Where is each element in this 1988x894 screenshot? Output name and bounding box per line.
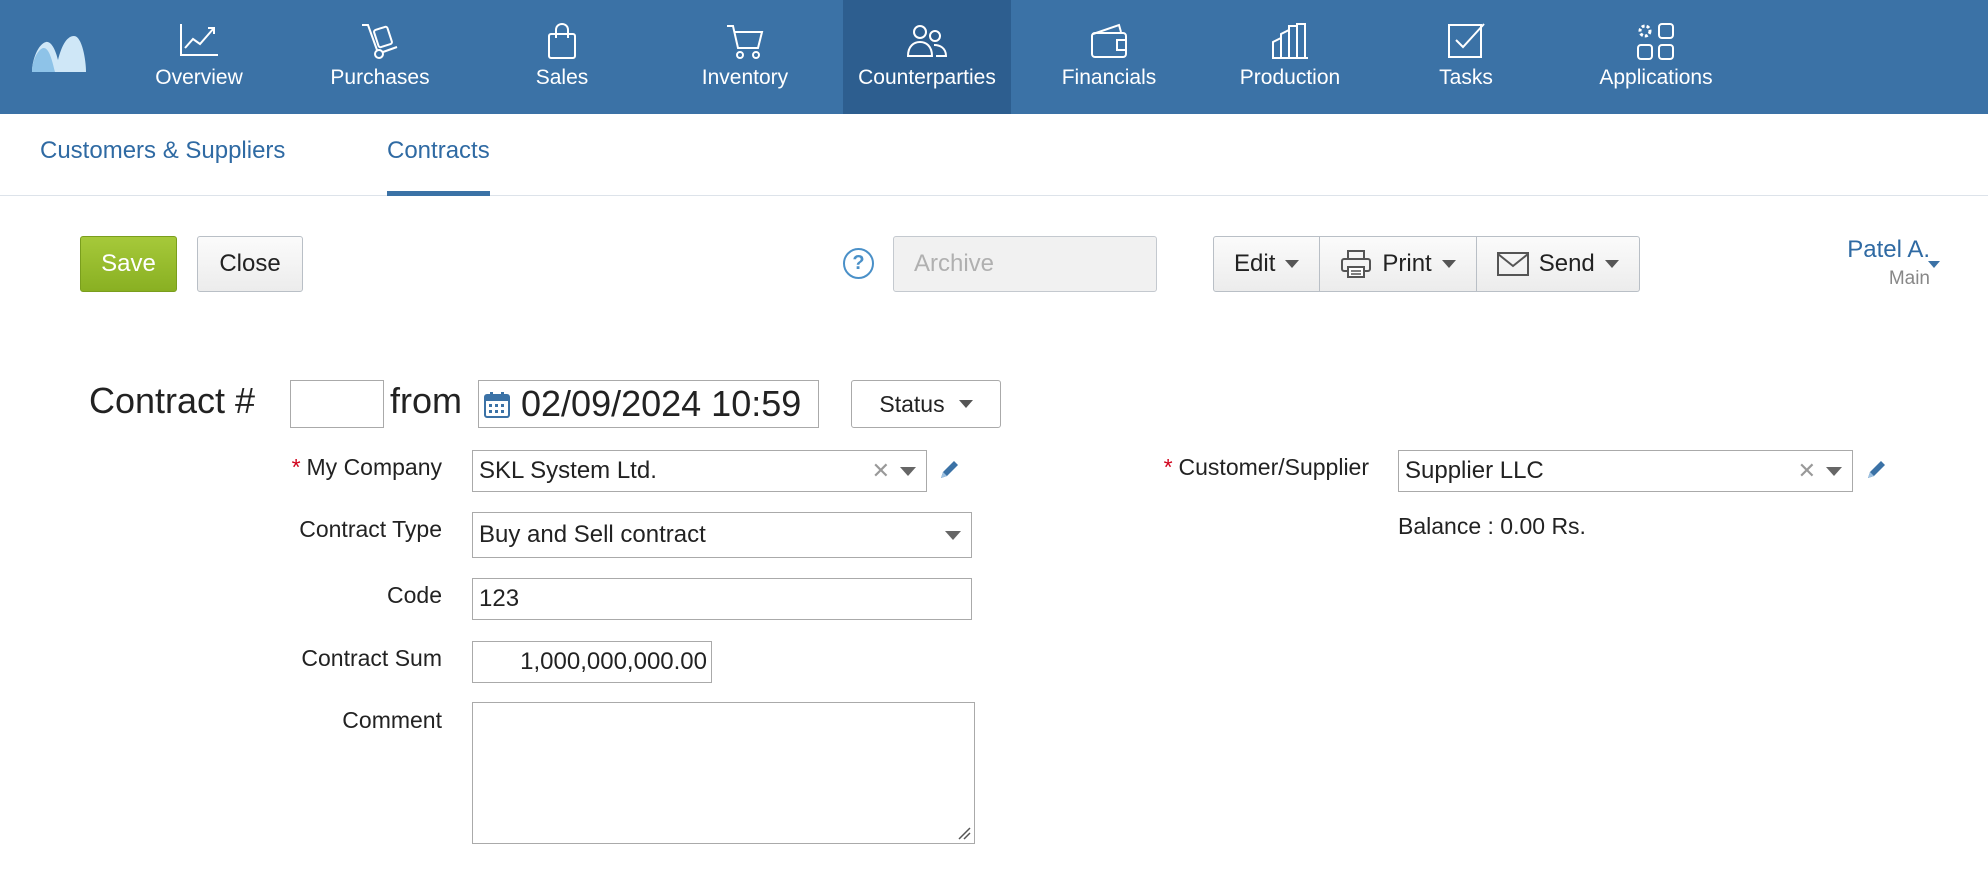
calendar-icon[interactable] bbox=[484, 392, 510, 418]
chevron-down-icon bbox=[1604, 260, 1619, 268]
chevron-down-icon bbox=[1285, 260, 1300, 268]
nav-production[interactable]: Production bbox=[1228, 0, 1352, 114]
action-button-group: Edit Print Send bbox=[1213, 236, 1640, 292]
chevron-down-icon[interactable] bbox=[900, 467, 916, 476]
nav-financials[interactable]: Financials bbox=[1047, 0, 1171, 114]
nav-sales[interactable]: Sales bbox=[500, 0, 624, 114]
contract-title: Contract # bbox=[89, 380, 256, 421]
edit-button[interactable]: Edit bbox=[1213, 236, 1321, 292]
code-input[interactable]: 123 bbox=[472, 578, 972, 620]
my-company-select[interactable]: SKL System Ltd. ✕ bbox=[472, 450, 927, 492]
code-value: 123 bbox=[479, 585, 520, 612]
status-dropdown[interactable]: Status bbox=[851, 380, 1001, 428]
nav-label: Purchases bbox=[330, 66, 430, 89]
close-button[interactable]: Close bbox=[197, 236, 303, 292]
chevron-down-icon bbox=[958, 400, 973, 408]
customer-supplier-value: Supplier LLC bbox=[1405, 457, 1544, 484]
contract-sum-label: Contract Sum bbox=[301, 645, 442, 671]
my-company-label-text: My Company bbox=[306, 454, 442, 480]
my-company-value: SKL System Ltd. bbox=[479, 457, 657, 484]
status-label: Status bbox=[879, 390, 945, 417]
chart-line-icon bbox=[180, 24, 218, 56]
customer-supplier-label-text: Customer/Supplier bbox=[1178, 454, 1369, 480]
balance-text: Balance : 0.00 Rs. bbox=[1398, 513, 1586, 539]
nav-label: Sales bbox=[535, 66, 589, 89]
cart-icon bbox=[727, 25, 764, 59]
nav-label: Inventory bbox=[701, 66, 789, 89]
top-navigation: Overview Purchases Sales Inventory Count… bbox=[0, 0, 1988, 114]
from-label: from bbox=[390, 380, 462, 421]
required-marker: * bbox=[291, 454, 301, 480]
wallet-icon bbox=[1091, 23, 1127, 58]
send-button[interactable]: Send bbox=[1476, 236, 1640, 292]
pencil-icon[interactable] bbox=[1864, 458, 1888, 482]
sub-tabs: Customers & Suppliers Contracts bbox=[0, 114, 1988, 196]
nav-tasks[interactable]: Tasks bbox=[1404, 0, 1528, 114]
hand-truck-icon bbox=[362, 24, 398, 59]
tab-customers-suppliers[interactable]: Customers & Suppliers bbox=[40, 114, 285, 196]
help-icon[interactable]: ? bbox=[843, 248, 874, 279]
user-menu[interactable]: Patel A. Main bbox=[1847, 236, 1930, 290]
factory-icon bbox=[1272, 23, 1308, 59]
people-icon bbox=[906, 25, 948, 57]
contract-sum-input[interactable]: 1,000,000,000.00 bbox=[472, 641, 712, 683]
nav-counterparties[interactable]: Counterparties bbox=[843, 0, 1011, 114]
nav-label: Applications bbox=[1599, 66, 1713, 89]
code-label: Code bbox=[387, 582, 442, 608]
contract-type-select[interactable]: Buy and Sell contract bbox=[472, 512, 972, 558]
nav-label: Production bbox=[1239, 66, 1341, 89]
contract-type-value: Buy and Sell contract bbox=[479, 521, 706, 548]
archive-button: Archive bbox=[893, 236, 1157, 292]
apps-icon bbox=[1637, 23, 1674, 60]
comment-textarea[interactable] bbox=[472, 702, 975, 844]
nav-purchases[interactable]: Purchases bbox=[318, 0, 442, 114]
print-button[interactable]: Print bbox=[1320, 236, 1477, 292]
user-org: Main bbox=[1888, 268, 1930, 289]
tab-contracts[interactable]: Contracts bbox=[387, 114, 490, 196]
nav-inventory[interactable]: Inventory bbox=[683, 0, 807, 114]
customer-supplier-label: * Customer/Supplier bbox=[1164, 454, 1369, 481]
envelope-icon bbox=[1496, 252, 1529, 276]
resize-handle-icon[interactable] bbox=[957, 826, 971, 840]
shopping-bag-icon bbox=[548, 22, 576, 59]
clear-icon[interactable]: ✕ bbox=[872, 451, 890, 491]
nav-label: Tasks bbox=[1439, 66, 1493, 89]
required-marker: * bbox=[1163, 454, 1173, 480]
nav-applications[interactable]: Applications bbox=[1586, 0, 1726, 114]
checkbox-icon bbox=[1448, 23, 1485, 58]
app-logo-icon[interactable] bbox=[28, 30, 88, 80]
chevron-down-icon[interactable] bbox=[945, 531, 961, 540]
pencil-icon[interactable] bbox=[937, 458, 961, 482]
contract-date-input[interactable]: 02/09/2024 10:59 bbox=[478, 380, 819, 428]
chevron-down-icon bbox=[1441, 260, 1456, 268]
save-button[interactable]: Save bbox=[80, 236, 177, 292]
clear-icon[interactable]: ✕ bbox=[1798, 451, 1816, 491]
printer-icon bbox=[1341, 250, 1372, 278]
nav-label: Financials bbox=[1061, 66, 1157, 89]
customer-supplier-select[interactable]: Supplier LLC ✕ bbox=[1398, 450, 1853, 492]
send-label: Send bbox=[1538, 250, 1595, 277]
edit-label: Edit bbox=[1234, 250, 1276, 277]
user-name[interactable]: Patel A. bbox=[1847, 236, 1930, 264]
chevron-down-icon[interactable] bbox=[1826, 467, 1842, 476]
print-label: Print bbox=[1382, 250, 1432, 277]
nav-label: Counterparties bbox=[858, 66, 996, 89]
contract-type-label: Contract Type bbox=[299, 516, 442, 542]
contract-sum-value: 1,000,000,000.00 bbox=[520, 648, 707, 675]
comment-label: Comment bbox=[342, 707, 442, 733]
nav-overview[interactable]: Overview bbox=[137, 0, 261, 114]
my-company-label: * My Company bbox=[292, 454, 442, 481]
contract-number-input[interactable] bbox=[290, 380, 384, 428]
chevron-down-icon[interactable] bbox=[1928, 261, 1940, 268]
nav-label: Overview bbox=[155, 66, 243, 89]
